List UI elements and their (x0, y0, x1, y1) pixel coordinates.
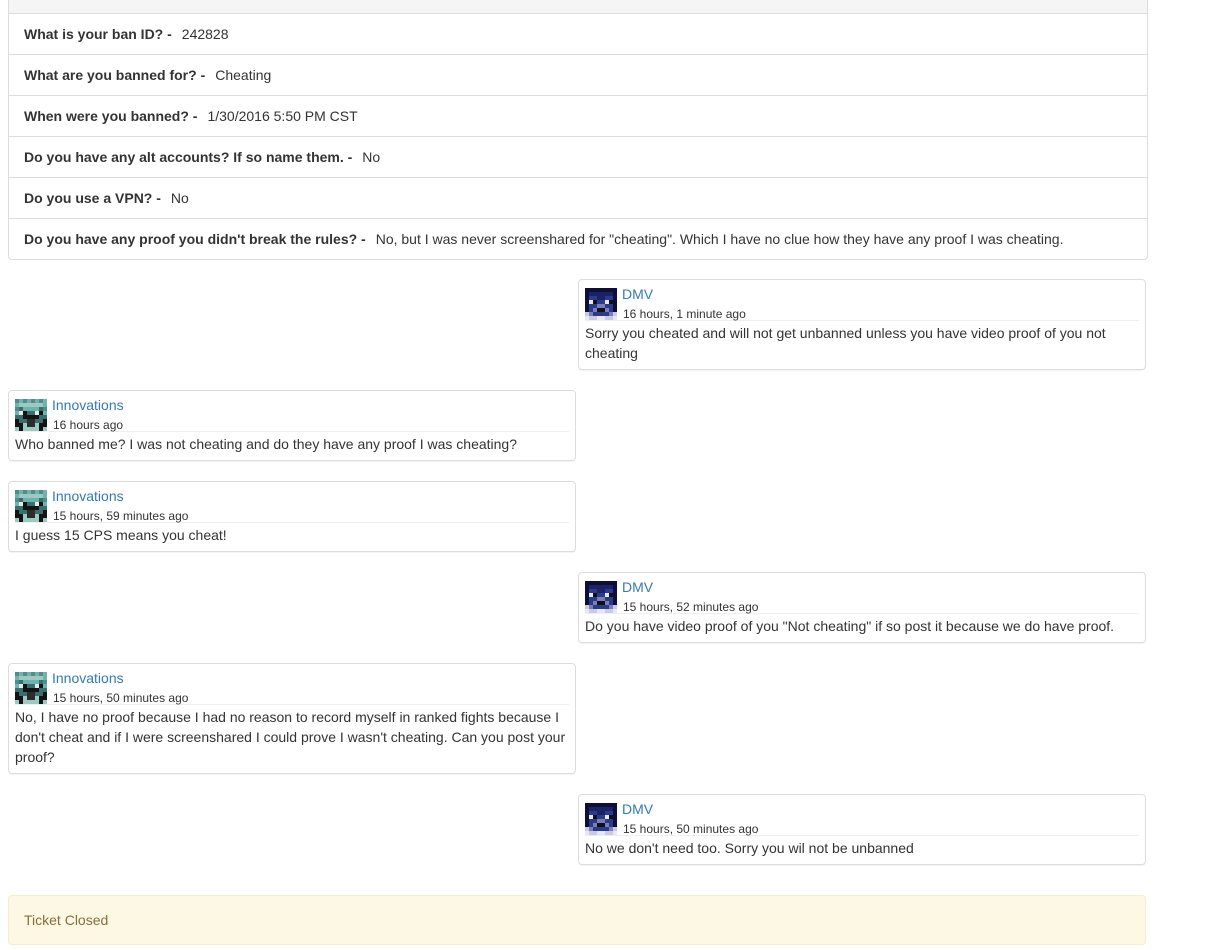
message-text: No we don't need too. Sorry you wil not … (585, 840, 914, 856)
user-avatar-icon[interactable] (15, 672, 47, 704)
message-card: DMV 16 hours, 1 minute ago Sorry you che… (578, 279, 1146, 370)
question-label: What is your ban ID? - (24, 26, 172, 42)
user-avatar-icon[interactable] (15, 490, 47, 522)
panel-header (9, 0, 1147, 14)
question-label: Do you have any alt accounts? If so name… (24, 149, 353, 165)
answer-value: No (362, 149, 381, 165)
answer-value: 242828 (181, 26, 229, 42)
message-card: DMV 15 hours, 52 minutes ago Do you have… (578, 572, 1146, 643)
question-label: When were you banned? - (24, 108, 198, 124)
question-label: Do you have any proof you didn't break t… (24, 231, 366, 247)
message-header: DMV 16 hours, 1 minute ago (585, 286, 1139, 321)
message-card: Innovations 16 hours ago Who banned me? … (8, 390, 576, 461)
message-timestamp: 16 hours, 1 minute ago (623, 307, 746, 321)
message-header: Innovations 15 hours, 50 minutes ago (15, 670, 569, 705)
appeal-form-panel: What is your ban ID? - 242828 What are y… (8, 0, 1148, 260)
message-card: Innovations 15 hours, 59 minutes ago I g… (8, 481, 576, 552)
ticket-status-label: Ticket Closed (24, 912, 109, 928)
message-text: Do you have video proof of you "Not chea… (585, 618, 1115, 634)
message-timestamp: 15 hours, 52 minutes ago (623, 600, 759, 614)
author-link[interactable]: Innovations (52, 488, 124, 504)
form-row-proof: Do you have any proof you didn't break t… (9, 219, 1147, 259)
form-row-vpn: Do you use a VPN? - No (9, 178, 1147, 219)
form-row-alt-accounts: Do you have any alt accounts? If so name… (9, 137, 1147, 178)
message-card: DMV 15 hours, 50 minutes ago No we don't… (578, 794, 1146, 865)
ticket-closed-alert: Ticket Closed (8, 895, 1146, 945)
answer-value: No, but I was never screenshared for "ch… (375, 231, 1064, 247)
message-header: DMV 15 hours, 52 minutes ago (585, 579, 1139, 614)
message-header: Innovations 15 hours, 59 minutes ago (15, 488, 569, 523)
message-timestamp: 15 hours, 59 minutes ago (53, 509, 189, 523)
user-avatar-icon[interactable] (585, 288, 617, 320)
answer-value: No (170, 190, 189, 206)
form-row-ban-id: What is your ban ID? - 242828 (9, 14, 1147, 55)
user-avatar-icon[interactable] (15, 399, 47, 431)
form-row-ban-date: When were you banned? - 1/30/2016 5:50 P… (9, 96, 1147, 137)
author-link[interactable]: Innovations (52, 670, 124, 686)
author-link[interactable]: DMV (622, 579, 653, 595)
answer-value: Cheating (215, 67, 272, 83)
message-text: Who banned me? I was not cheating and do… (15, 436, 517, 452)
message-header: Innovations 16 hours ago (15, 397, 569, 432)
message-timestamp: 16 hours ago (53, 418, 124, 432)
user-avatar-icon[interactable] (585, 581, 617, 613)
author-link[interactable]: Innovations (52, 397, 124, 413)
question-label: What are you banned for? - (24, 67, 206, 83)
message-timestamp: 15 hours, 50 minutes ago (623, 822, 759, 836)
user-avatar-icon[interactable] (585, 803, 617, 835)
message-header: DMV 15 hours, 50 minutes ago (585, 801, 1139, 836)
message-card: Innovations 15 hours, 50 minutes ago No,… (8, 663, 576, 774)
message-text: Sorry you cheated and will not get unban… (585, 325, 1106, 361)
message-text: No, I have no proof because I had no rea… (15, 709, 566, 765)
question-label: Do you use a VPN? - (24, 190, 161, 206)
form-row-ban-reason: What are you banned for? - Cheating (9, 55, 1147, 96)
message-timestamp: 15 hours, 50 minutes ago (53, 691, 189, 705)
message-text: I guess 15 CPS means you cheat! (15, 527, 227, 543)
author-link[interactable]: DMV (622, 286, 653, 302)
answer-value: 1/30/2016 5:50 PM CST (207, 108, 358, 124)
author-link[interactable]: DMV (622, 801, 653, 817)
